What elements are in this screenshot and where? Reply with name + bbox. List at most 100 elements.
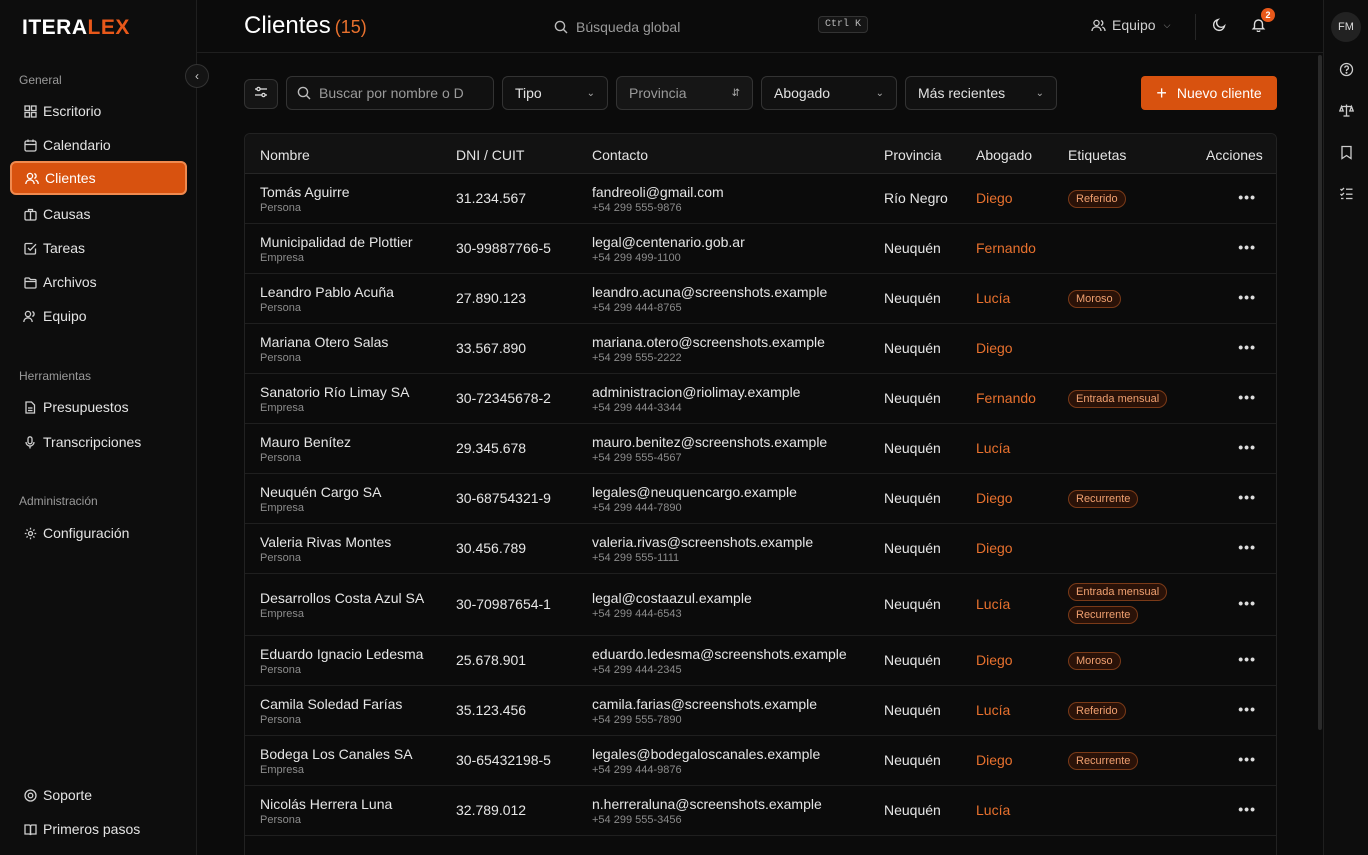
type-select[interactable]: Tipo ⌄ <box>502 76 608 110</box>
row-actions-button[interactable]: ••• <box>1238 439 1256 455</box>
table-row[interactable]: Mariana Otero Salas Persona 33.567.890 mari… <box>245 324 1276 374</box>
client-lawyer[interactable]: Diego <box>976 190 1013 206</box>
column-header-province[interactable]: Provincia <box>884 147 942 163</box>
table-row[interactable]: Bodega Los Canales SA Empresa 30-65432198-… <box>245 736 1276 786</box>
scale-icon[interactable] <box>1338 102 1354 118</box>
client-name[interactable]: Tomás Aguirre <box>260 184 349 200</box>
column-header-name[interactable]: Nombre <box>260 147 310 163</box>
table-row[interactable]: Eduardo Ignacio Ledesma Persona 25.678.901… <box>245 636 1276 686</box>
checklist-icon[interactable] <box>1338 185 1354 201</box>
client-lawyer[interactable]: Diego <box>976 652 1013 668</box>
client-name[interactable]: Sanatorio Río Limay SA <box>260 384 409 400</box>
client-name[interactable]: Leandro Pablo Acuña <box>260 284 394 300</box>
client-type: Empresa <box>260 252 305 264</box>
sidebar-item-equipo[interactable]: Equipo <box>10 299 187 333</box>
column-header-contact[interactable]: Contacto <box>592 147 648 163</box>
client-name[interactable]: Nicolás Herrera Luna <box>260 796 392 812</box>
client-lawyer[interactable]: Diego <box>976 490 1013 506</box>
client-lawyer[interactable]: Fernando <box>976 390 1036 406</box>
client-lawyer[interactable]: Lucía <box>976 290 1010 306</box>
sidebar-item-presupuestos[interactable]: Presupuestos <box>10 390 187 424</box>
row-actions-button[interactable]: ••• <box>1238 489 1256 505</box>
client-name[interactable]: Desarrollos Costa Azul SA <box>260 590 424 606</box>
client-search-input[interactable] <box>319 85 469 101</box>
table-row[interactable]: Leandro Pablo Acuña Persona 27.890.123 lean… <box>245 274 1276 324</box>
client-name[interactable]: Camila Soledad Farías <box>260 696 402 712</box>
column-header-id[interactable]: DNI / CUIT <box>456 147 524 163</box>
row-actions-button[interactable]: ••• <box>1238 339 1256 355</box>
client-province: Río Negro <box>884 190 948 206</box>
client-type: Persona <box>260 352 301 364</box>
chevron-down-icon: ⌄ <box>586 87 595 99</box>
sidebar-item-label: Equipo <box>43 308 87 324</box>
sidebar-item-archivos[interactable]: Archivos <box>10 265 187 299</box>
column-header-lawyer[interactable]: Abogado <box>976 147 1032 163</box>
sidebar-item-transcripciones[interactable]: Transcripciones <box>10 425 187 459</box>
row-actions-button[interactable]: ••• <box>1238 239 1256 255</box>
client-name[interactable]: Bodega Los Canales SA <box>260 746 413 762</box>
sidebar-item-primeros-pasos[interactable]: Primeros pasos <box>10 812 187 846</box>
sidebar-item-calendario[interactable]: Calendario <box>10 128 187 162</box>
client-lawyer[interactable]: Diego <box>976 340 1013 356</box>
sidebar-item-clientes[interactable]: Clientes <box>10 161 187 195</box>
client-province: Neuquén <box>884 596 941 612</box>
table-row[interactable]: Sanatorio Río Limay SA Empresa 30-72345678… <box>245 374 1276 424</box>
client-name[interactable]: Mariana Otero Salas <box>260 334 388 350</box>
row-actions-button[interactable]: ••• <box>1238 595 1256 611</box>
filters-button[interactable] <box>244 79 278 109</box>
logo[interactable]: ITERALEX <box>22 16 130 40</box>
table-row[interactable]: Valeria Rivas Montes Persona 30.456.789 val… <box>245 524 1276 574</box>
team-dropdown[interactable]: Equipo ⌵ <box>1091 17 1170 33</box>
client-name[interactable]: Eduardo Ignacio Ledesma <box>260 646 423 662</box>
client-lawyer[interactable]: Lucía <box>976 440 1010 456</box>
client-lawyer[interactable]: Diego <box>976 540 1013 556</box>
row-actions-button[interactable]: ••• <box>1238 801 1256 817</box>
row-actions-button[interactable]: ••• <box>1238 701 1256 717</box>
table-row[interactable] <box>245 836 1276 855</box>
tag-badge: Moroso <box>1068 290 1121 308</box>
client-name[interactable]: Valeria Rivas Montes <box>260 534 391 550</box>
bookmark-icon[interactable] <box>1338 144 1354 160</box>
province-select[interactable]: Provincia ⇵ <box>616 76 753 110</box>
table-row[interactable]: Camila Soledad Farías Persona 35.123.456 ca… <box>245 686 1276 736</box>
client-lawyer[interactable]: Lucía <box>976 702 1010 718</box>
table-row[interactable]: Desarrollos Costa Azul SA Empresa 30-70987… <box>245 574 1276 636</box>
sidebar-item-causas[interactable]: Causas <box>10 197 187 231</box>
theme-toggle-button[interactable] <box>1212 17 1227 37</box>
client-phone: +54 299 444-7890 <box>592 502 682 514</box>
row-actions-button[interactable]: ••• <box>1238 289 1256 305</box>
row-actions-button[interactable]: ••• <box>1238 651 1256 667</box>
lawyer-select[interactable]: Abogado ⌄ <box>761 76 897 110</box>
client-name[interactable]: Municipalidad de Plottier <box>260 234 413 250</box>
row-actions-button[interactable]: ••• <box>1238 539 1256 555</box>
sort-select[interactable]: Más recientes ⌄ <box>905 76 1057 110</box>
table-row[interactable]: Neuquén Cargo SA Empresa 30-68754321-9 lega… <box>245 474 1276 524</box>
client-province: Neuquén <box>884 802 941 818</box>
help-icon[interactable] <box>1338 61 1354 77</box>
sidebar-item-soporte[interactable]: Soporte <box>10 778 187 812</box>
table-row[interactable]: Municipalidad de Plottier Empresa 30-99887… <box>245 224 1276 274</box>
client-lawyer[interactable]: Diego <box>976 752 1013 768</box>
sidebar-item-configuracion[interactable]: Configuración <box>10 516 187 550</box>
right-rail: FM <box>1323 0 1368 855</box>
row-actions-button[interactable]: ••• <box>1238 751 1256 767</box>
avatar[interactable]: FM <box>1331 12 1361 42</box>
row-actions-button[interactable]: ••• <box>1238 389 1256 405</box>
client-lawyer[interactable]: Lucía <box>976 802 1010 818</box>
table-row[interactable]: Nicolás Herrera Luna Persona 32.789.012 n.h… <box>245 786 1276 836</box>
client-lawyer[interactable]: Lucía <box>976 596 1010 612</box>
sidebar-item-tareas[interactable]: Tareas <box>10 231 187 265</box>
client-province: Neuquén <box>884 702 941 718</box>
client-lawyer[interactable]: Fernando <box>976 240 1036 256</box>
global-search[interactable]: Búsqueda global Ctrl K <box>554 16 868 38</box>
sidebar-item-escritorio[interactable]: Escritorio <box>10 94 187 128</box>
collapse-sidebar-button[interactable]: ‹ <box>185 64 209 88</box>
new-client-button[interactable]: + Nuevo cliente <box>1141 76 1277 110</box>
client-name[interactable]: Mauro Benítez <box>260 434 351 450</box>
table-row[interactable]: Mauro Benítez Persona 29.345.678 mauro.beni… <box>245 424 1276 474</box>
table-row[interactable]: Tomás Aguirre Persona 31.234.567 fandreoli@… <box>245 174 1276 224</box>
row-actions-button[interactable]: ••• <box>1238 189 1256 205</box>
column-header-tags[interactable]: Etiquetas <box>1068 147 1126 163</box>
scrollbar[interactable] <box>1318 55 1322 730</box>
client-name[interactable]: Neuquén Cargo SA <box>260 484 381 500</box>
